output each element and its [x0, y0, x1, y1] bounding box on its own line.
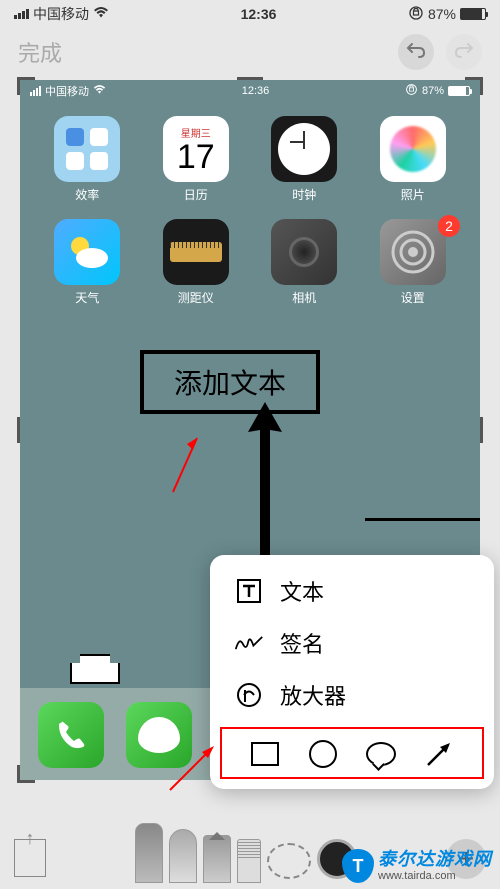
app-efficiency: 效率 — [38, 116, 137, 203]
status-left-outer: 中国移动 — [14, 4, 109, 24]
status-bar-outer: 中国移动 12:36 87% — [0, 0, 500, 28]
shapes-row — [220, 727, 484, 779]
black-line-annotation — [365, 518, 480, 521]
watermark-url: www.tairda.com — [378, 870, 492, 882]
dock-phone-icon — [38, 702, 104, 768]
calendar-day: 17 — [177, 140, 215, 174]
wifi-icon-inner — [93, 85, 106, 98]
lasso-tool[interactable] — [267, 843, 311, 879]
status-time-inner: 12:36 — [242, 85, 270, 97]
camera-icon — [271, 219, 337, 285]
popup-text-item[interactable]: 文本 — [210, 565, 494, 617]
pen-tool-marker[interactable] — [135, 823, 163, 883]
status-time: 12:36 — [241, 6, 277, 22]
measure-icon — [163, 219, 229, 285]
signal-icon-inner — [30, 86, 41, 96]
popup-signature-label: 签名 — [280, 627, 324, 659]
app-label: 效率 — [75, 186, 99, 203]
weather-icon — [54, 219, 120, 285]
app-label: 测距仪 — [178, 289, 214, 306]
pen-tool-highlighter[interactable] — [169, 829, 197, 883]
signature-icon — [234, 632, 264, 654]
home-screen-grid: 效率 星期三 17 日历 时钟 照片 天气 — [20, 102, 480, 320]
share-button[interactable] — [14, 839, 46, 877]
shape-rectangle-button[interactable] — [248, 739, 282, 769]
app-label: 设置 — [401, 289, 425, 306]
status-bar-inner: 中国移动 12:36 87% — [20, 80, 480, 102]
shape-speech-bubble-button[interactable] — [364, 739, 398, 769]
status-right-outer: 87% — [408, 5, 486, 24]
battery-icon-inner — [448, 86, 470, 96]
annotation-text-box[interactable]: 添加文本 — [140, 350, 320, 414]
settings-badge: 2 — [438, 215, 460, 237]
efficiency-icon — [54, 116, 120, 182]
calendar-icon: 星期三 17 — [163, 116, 229, 182]
pen-tool-pencil[interactable] — [203, 835, 231, 883]
undo-button[interactable] — [398, 34, 434, 70]
app-label: 时钟 — [292, 186, 316, 203]
app-clock: 时钟 — [255, 116, 354, 203]
red-arrow-annotation-2 — [164, 736, 224, 801]
app-settings: 2 设置 — [364, 219, 463, 306]
battery-percent: 87% — [428, 6, 456, 22]
orientation-lock-icon-inner — [405, 83, 418, 99]
popup-signature-item[interactable]: 签名 — [210, 617, 494, 669]
pixel-art-decoration — [70, 654, 120, 684]
app-camera: 相机 — [255, 219, 354, 306]
popup-magnifier-label: 放大器 — [280, 679, 346, 711]
app-label: 照片 — [401, 186, 425, 203]
carrier-label-inner: 中国移动 — [45, 83, 89, 99]
watermark-brand: 泰尔达游戏网 — [378, 850, 492, 870]
redo-button[interactable] — [446, 34, 482, 70]
carrier-label: 中国移动 — [33, 4, 89, 24]
drawing-tools — [135, 823, 357, 883]
shape-arrow-button[interactable] — [422, 739, 456, 769]
editor-toolbar: 完成 — [0, 28, 500, 80]
eraser-tool[interactable] — [237, 839, 261, 883]
signal-icon — [14, 9, 29, 19]
app-measure: 测距仪 — [147, 219, 246, 306]
battery-percent-inner: 87% — [422, 85, 444, 97]
magnifier-icon — [234, 681, 264, 709]
battery-icon — [460, 8, 486, 20]
watermark: T 泰尔达游戏网 www.tairda.com — [342, 849, 492, 883]
red-arrow-annotation-1 — [165, 430, 205, 505]
orientation-lock-icon — [408, 5, 424, 24]
text-icon — [234, 578, 264, 604]
app-calendar: 星期三 17 日历 — [147, 116, 246, 203]
app-photos: 照片 — [364, 116, 463, 203]
settings-icon — [380, 219, 446, 285]
done-button[interactable]: 完成 — [18, 36, 62, 68]
wifi-icon — [93, 6, 109, 22]
markup-popup-menu: 文本 签名 放大器 — [210, 555, 494, 789]
app-label: 天气 — [75, 289, 99, 306]
redo-icon — [453, 38, 475, 66]
shape-circle-button[interactable] — [306, 739, 340, 769]
popup-magnifier-item[interactable]: 放大器 — [210, 669, 494, 721]
undo-icon — [405, 38, 427, 66]
photos-icon — [380, 116, 446, 182]
app-label: 日历 — [184, 186, 208, 203]
popup-text-label: 文本 — [280, 575, 324, 607]
app-weather: 天气 — [38, 219, 137, 306]
watermark-logo: T — [342, 849, 374, 883]
clock-icon — [271, 116, 337, 182]
app-label: 相机 — [292, 289, 316, 306]
